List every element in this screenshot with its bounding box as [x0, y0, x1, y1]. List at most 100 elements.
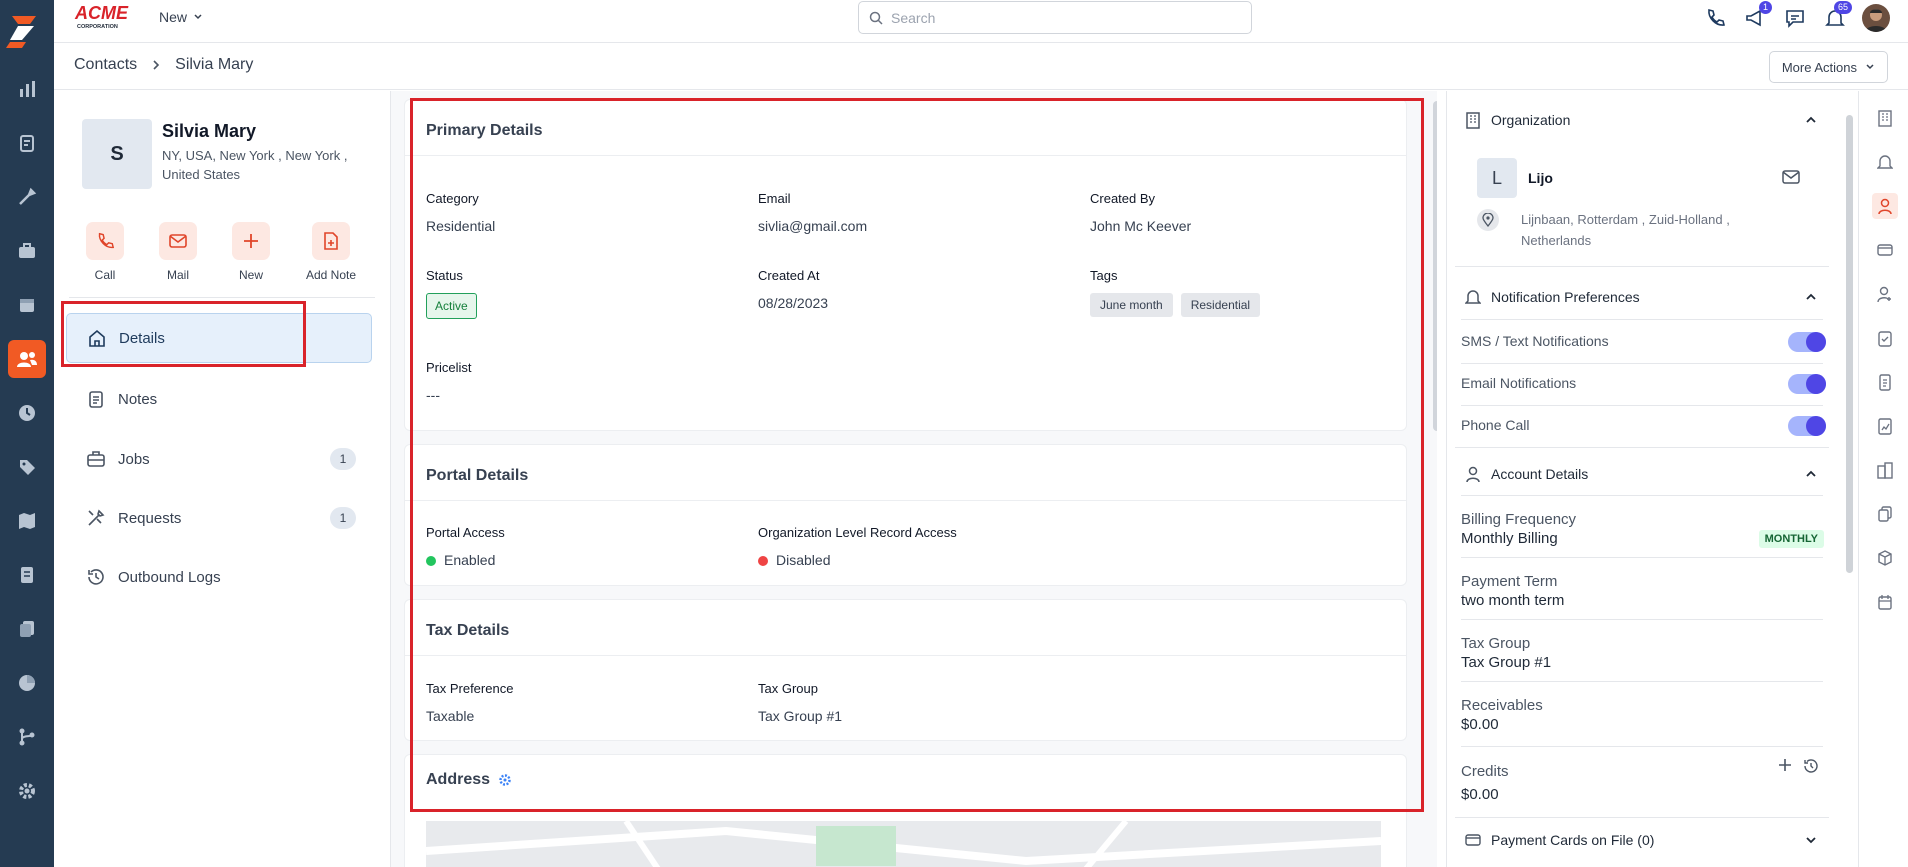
dashboard-icon[interactable]: [8, 70, 46, 108]
account-tax-group-value: Tax Group #1: [1461, 654, 1552, 671]
organization-title: Organization: [1491, 112, 1571, 128]
sms-notifications-toggle[interactable]: [1788, 332, 1826, 352]
chevron-right-icon: [151, 59, 161, 71]
divider: [1461, 681, 1823, 682]
search-input[interactable]: Search: [858, 1, 1252, 34]
reports-icon[interactable]: [8, 664, 46, 702]
contacts-icon[interactable]: [8, 340, 46, 378]
settings-icon[interactable]: [8, 772, 46, 810]
jobs-icon[interactable]: [8, 232, 46, 270]
box-icon[interactable]: [1872, 545, 1898, 571]
add-credit-icon[interactable]: [1778, 758, 1792, 772]
announcement-badge: 1: [1758, 1, 1772, 14]
sidebar-item-requests[interactable]: Requests 1: [66, 493, 372, 543]
credits-label: Credits: [1461, 763, 1509, 780]
more-actions-label: More Actions: [1781, 59, 1857, 75]
user-icon: [1465, 465, 1481, 483]
chat-icon[interactable]: [1782, 5, 1808, 31]
contact-address: NY, USA, New York , New York , United St…: [162, 148, 348, 182]
user-icon[interactable]: [1872, 193, 1898, 219]
invoice-icon[interactable]: [8, 556, 46, 594]
right-icon-rail: [1858, 91, 1908, 867]
report-icon[interactable]: [1872, 413, 1898, 439]
mail-icon[interactable]: [1782, 169, 1800, 185]
tag-icon[interactable]: [8, 448, 46, 486]
history-icon: [86, 567, 106, 587]
account-details-header[interactable]: Account Details: [1455, 453, 1829, 495]
notification-badge: 65: [1833, 1, 1852, 14]
more-actions-button[interactable]: More Actions: [1768, 51, 1888, 83]
call-action-button[interactable]: Call: [75, 222, 135, 282]
sidebar-item-notes[interactable]: Notes: [66, 374, 372, 424]
payment-cards-header[interactable]: Payment Cards on File (0): [1455, 824, 1829, 856]
org-name[interactable]: Lijo: [1528, 170, 1553, 186]
receivables-value: $0.00: [1461, 716, 1499, 733]
time-icon[interactable]: [8, 394, 46, 432]
chevron-down-icon: [1865, 62, 1875, 72]
bell-icon[interactable]: 65: [1822, 1, 1852, 31]
add-note-action-button[interactable]: Add Note: [301, 222, 361, 282]
user-settings-icon[interactable]: [1872, 281, 1898, 307]
building-icon[interactable]: [1872, 105, 1898, 131]
sidebar-item-outbound-logs[interactable]: Outbound Logs: [66, 552, 372, 602]
clipboard-check-icon[interactable]: [1872, 325, 1898, 351]
new-label: New: [238, 268, 263, 282]
document-icon[interactable]: [1872, 369, 1898, 395]
divider: [1461, 746, 1823, 747]
chevron-up-icon: [1805, 469, 1817, 479]
credit-card-icon: [1465, 833, 1481, 847]
content-highlight-box: [410, 98, 1424, 812]
billing-frequency-label: Billing Frequency: [1461, 511, 1577, 528]
notification-preferences-header[interactable]: Notification Preferences: [1455, 276, 1829, 318]
contact-name: Silvia Mary: [162, 121, 257, 141]
add-note-icon: [312, 222, 350, 260]
breadcrumb-contacts[interactable]: Contacts: [74, 56, 137, 74]
announcement-icon[interactable]: 1: [1742, 1, 1772, 31]
divider: [1461, 405, 1823, 406]
phone-call-toggle[interactable]: [1788, 416, 1826, 436]
main-scrollbar[interactable]: [1433, 101, 1437, 431]
calendar-check-icon[interactable]: [1872, 589, 1898, 615]
app-logo-icon[interactable]: [4, 6, 44, 50]
copy-icon[interactable]: [1872, 501, 1898, 527]
right-panel-scrollbar[interactable]: [1846, 115, 1853, 573]
account-details-title: Account Details: [1491, 466, 1589, 482]
user-avatar[interactable]: [1862, 4, 1890, 32]
map-icon[interactable]: [8, 502, 46, 540]
sms-notifications-label: SMS / Text Notifications: [1461, 333, 1609, 349]
top-icons: 1 65: [1702, 1, 1908, 32]
calendar-icon[interactable]: [8, 286, 46, 324]
buildings-icon[interactable]: [1872, 457, 1898, 483]
divider: [1461, 557, 1823, 558]
mail-action-button[interactable]: Mail: [148, 222, 208, 282]
search-placeholder: Search: [891, 9, 936, 26]
add-note-label: Add Note: [305, 268, 357, 282]
billing-badge: MONTHLY: [1758, 530, 1824, 548]
address-map[interactable]: [426, 821, 1381, 867]
phone-call-label: Phone Call: [1461, 417, 1530, 433]
receivables-label: Receivables: [1461, 697, 1543, 714]
quotes-icon[interactable]: [8, 124, 46, 162]
bell-settings-icon[interactable]: [1872, 149, 1898, 175]
organization-header[interactable]: Organization: [1455, 99, 1829, 141]
history-icon[interactable]: [1803, 758, 1819, 774]
workflow-icon[interactable]: [8, 718, 46, 756]
phone-icon[interactable]: [1702, 5, 1728, 31]
new-label: New: [159, 9, 188, 25]
svg-text:CORPORATION: CORPORATION: [77, 24, 118, 30]
acme-logo[interactable]: ACME CORPORATION: [74, 2, 138, 32]
divider: [1461, 363, 1823, 364]
divider: [1455, 817, 1829, 818]
chevron-down-icon: [1805, 835, 1817, 845]
sidebar-item-jobs[interactable]: Jobs 1: [66, 434, 372, 484]
new-action-button[interactable]: New: [221, 222, 281, 282]
credit-card-icon[interactable]: [1872, 237, 1898, 263]
new-dropdown[interactable]: New: [159, 9, 203, 25]
tools-icon[interactable]: [8, 178, 46, 216]
details-highlight-box: [61, 301, 306, 367]
documents-icon[interactable]: [8, 610, 46, 648]
payment-cards-title: Payment Cards on File (0): [1491, 832, 1655, 848]
billing-frequency-field: Billing Frequency Monthly Billing: [1461, 511, 1576, 547]
email-notifications-toggle[interactable]: [1788, 374, 1826, 394]
credits-value: $0.00: [1461, 786, 1499, 803]
